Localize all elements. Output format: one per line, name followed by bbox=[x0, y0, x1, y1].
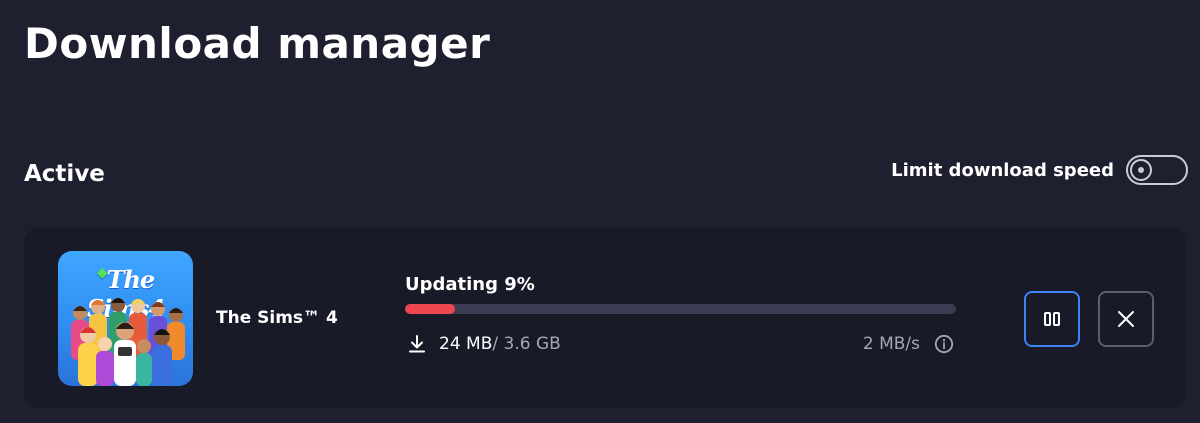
pause-button[interactable] bbox=[1024, 291, 1080, 347]
download-stats: 24 MB / 3.6 GB 2 MB/s bbox=[405, 330, 956, 358]
download-status: Updating 9% bbox=[405, 274, 535, 295]
limit-speed-control: Limit download speed bbox=[891, 153, 1188, 187]
pause-icon bbox=[1044, 312, 1060, 326]
info-icon[interactable] bbox=[934, 334, 954, 354]
sims-characters-artwork bbox=[71, 298, 185, 386]
progress-bar-fill bbox=[405, 304, 455, 314]
cancel-button[interactable] bbox=[1098, 291, 1154, 347]
page-title: Download manager bbox=[24, 19, 491, 68]
download-arrow-icon bbox=[409, 335, 425, 353]
game-title: The Sims™ 4 bbox=[216, 308, 338, 328]
close-icon bbox=[1118, 311, 1134, 327]
section-heading-active: Active bbox=[24, 161, 105, 187]
total-size: / 3.6 GB bbox=[492, 334, 561, 354]
toggle-knob bbox=[1130, 159, 1152, 181]
download-item-card: ◆The Sims4 The Sims™ 4 Updating 9% 24 MB… bbox=[24, 228, 1186, 408]
downloaded-size: 24 MB bbox=[439, 334, 493, 354]
limit-speed-label: Limit download speed bbox=[891, 159, 1114, 181]
limit-speed-toggle[interactable] bbox=[1126, 155, 1188, 185]
download-speed: 2 MB/s bbox=[862, 334, 920, 354]
progress-bar bbox=[405, 304, 956, 314]
download-manager-page: Download manager Active Limit download s… bbox=[0, 0, 1200, 423]
game-cover-image: ◆The Sims4 bbox=[58, 251, 193, 386]
